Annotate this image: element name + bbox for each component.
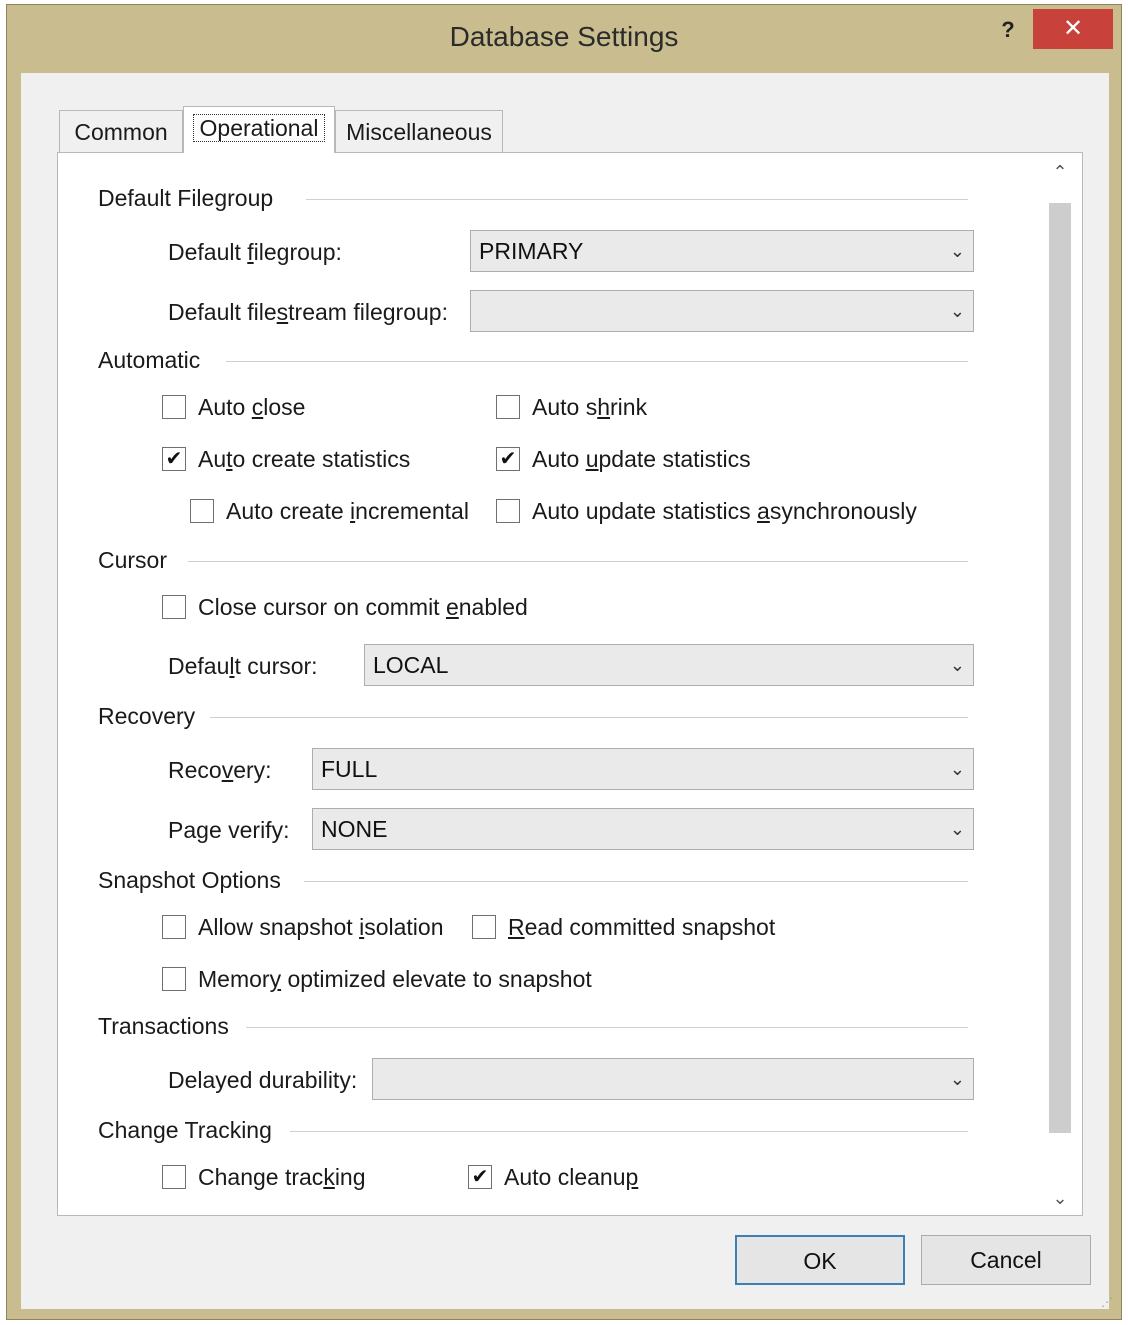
default-filestream-filegroup-label: Default filestream filegroup:	[168, 299, 448, 325]
tab-common[interactable]: Common	[59, 110, 183, 152]
tab-miscellaneous[interactable]: Miscellaneous	[335, 110, 503, 152]
tab-panel-operational: Default Filegroup Default filegroup: PRI…	[57, 152, 1083, 1216]
checkbox-box	[162, 594, 186, 619]
ok-button[interactable]: OK	[735, 1235, 905, 1285]
chevron-down-icon: ⌄	[949, 759, 965, 779]
section-divider	[306, 199, 968, 200]
scroll-down-icon[interactable]: ⌄	[1049, 1187, 1071, 1209]
memory-optimized-elevate-checkbox[interactable]: Memory optimized elevate to snapshot	[162, 965, 592, 995]
section-title-change-tracking: Change Tracking	[98, 1117, 272, 1143]
scrollbar-thumb[interactable]	[1049, 203, 1071, 1133]
section-divider	[188, 561, 968, 562]
change-tracking-checkbox[interactable]: Change tracking	[162, 1163, 366, 1193]
delayed-durability-select[interactable]: ⌄	[372, 1058, 974, 1100]
combo-value: NONE	[321, 816, 388, 842]
recovery-model-select[interactable]: FULL ⌄	[312, 748, 974, 790]
section-title-automatic: Automatic	[98, 347, 201, 373]
title-bar[interactable]: Database Settings ? ✕	[7, 5, 1121, 73]
checkbox-box	[190, 498, 214, 523]
checkbox-box	[472, 914, 496, 939]
dialog-window: Database Settings ? ✕ Common Operational…	[6, 4, 1122, 1320]
section-divider	[246, 1027, 968, 1028]
auto-create-statistics-checkbox[interactable]: ✔ Auto create statistics	[162, 445, 410, 475]
close-button[interactable]: ✕	[1033, 9, 1113, 49]
auto-close-checkbox[interactable]: Auto close	[162, 393, 305, 423]
section-title-default-filegroup: Default Filegroup	[98, 185, 274, 211]
section-title-cursor: Cursor	[98, 547, 168, 573]
checkbox-box	[162, 914, 186, 939]
default-filegroup-label: Default filegroup:	[168, 239, 342, 265]
section-title-snapshot-options: Snapshot Options	[98, 867, 281, 893]
default-cursor-select[interactable]: LOCAL ⌄	[364, 644, 974, 686]
auto-update-statistics-checkbox[interactable]: ✔ Auto update statistics	[496, 445, 751, 475]
help-button[interactable]: ?	[993, 15, 1023, 45]
tab-operational[interactable]: Operational	[183, 106, 335, 153]
dialog-client-area: Common Operational Miscellaneous Default…	[21, 73, 1109, 1309]
check-icon: ✔	[468, 1164, 492, 1189]
default-filestream-filegroup-select[interactable]: ⌄	[470, 290, 974, 332]
vertical-scrollbar[interactable]: ⌃ ⌄	[1041, 161, 1075, 1211]
section-divider	[304, 881, 968, 882]
section-title-recovery: Recovery	[98, 703, 196, 729]
section-divider	[210, 717, 968, 718]
chevron-down-icon: ⌄	[949, 1069, 965, 1089]
section-divider	[290, 1131, 968, 1132]
allow-snapshot-isolation-checkbox[interactable]: Allow snapshot isolation	[162, 913, 444, 943]
checkbox-box	[162, 394, 186, 419]
combo-value: PRIMARY	[479, 238, 584, 264]
scroll-up-icon[interactable]: ⌃	[1049, 161, 1071, 183]
read-committed-snapshot-checkbox[interactable]: Read committed snapshot	[472, 913, 775, 943]
chevron-down-icon: ⌄	[949, 301, 965, 321]
page-verify-label: Page verify:	[168, 817, 290, 843]
combo-value: FULL	[321, 756, 378, 782]
checkbox-box	[496, 394, 520, 419]
recovery-label: Recovery:	[168, 757, 272, 783]
resize-grip-icon[interactable]: ⋰	[1101, 1295, 1117, 1311]
auto-create-incremental-checkbox[interactable]: Auto create incremental	[190, 497, 469, 527]
close-cursor-on-commit-checkbox[interactable]: Close cursor on commit enabled	[162, 593, 528, 623]
section-title-transactions: Transactions	[98, 1013, 229, 1039]
auto-update-statistics-async-checkbox[interactable]: Auto update statistics asynchronously	[496, 497, 917, 527]
chevron-down-icon: ⌄	[949, 655, 965, 675]
default-filegroup-select[interactable]: PRIMARY ⌄	[470, 230, 974, 272]
checkbox-box	[162, 966, 186, 991]
page-verify-select[interactable]: NONE ⌄	[312, 808, 974, 850]
auto-cleanup-checkbox[interactable]: ✔ Auto cleanup	[468, 1163, 638, 1193]
cancel-button[interactable]: Cancel	[921, 1235, 1091, 1285]
chevron-down-icon: ⌄	[949, 241, 965, 261]
tab-label: Operational	[192, 114, 326, 142]
window-title: Database Settings	[449, 21, 679, 52]
auto-shrink-checkbox[interactable]: Auto shrink	[496, 393, 647, 423]
section-divider	[226, 361, 968, 362]
chevron-down-icon: ⌄	[949, 819, 965, 839]
checkbox-box	[162, 1164, 186, 1189]
check-icon: ✔	[496, 446, 520, 471]
combo-value: LOCAL	[373, 652, 449, 678]
checkbox-box	[496, 498, 520, 523]
check-icon: ✔	[162, 446, 186, 471]
delayed-durability-label: Delayed durability:	[168, 1067, 358, 1093]
default-cursor-label: Default cursor:	[168, 653, 318, 679]
